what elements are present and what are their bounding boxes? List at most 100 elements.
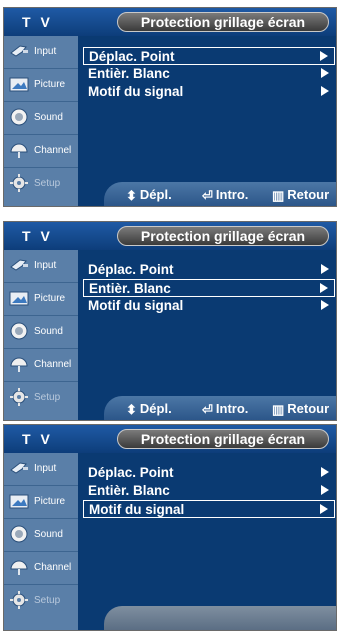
arrow-right-icon xyxy=(321,86,329,96)
menu-item-label: Déplac. Point xyxy=(89,49,175,64)
menu-item-entier-blanc[interactable]: Entièr. Blanc xyxy=(83,482,335,500)
sidebar-item-label: Setup xyxy=(34,178,61,189)
sidebar-item-label: Channel xyxy=(34,145,72,156)
menu-item-label: Entièr. Blanc xyxy=(89,281,171,296)
sidebar-item-label: Picture xyxy=(34,293,66,304)
return-icon: ▥ xyxy=(272,188,285,203)
guide-move: ⬍ Dépl. xyxy=(126,401,172,418)
sidebar-item-label: Input xyxy=(34,260,57,271)
arrow-right-icon xyxy=(321,300,329,310)
sound-icon xyxy=(10,322,28,340)
guide-enter: ⏎ Intro. xyxy=(202,401,248,418)
sidebar-item-input[interactable]: Input xyxy=(4,453,78,486)
guide-move: ⬍ Dépl. xyxy=(126,187,172,204)
arrow-right-icon xyxy=(321,485,329,495)
channel-icon xyxy=(10,143,28,158)
input-plug-icon xyxy=(10,45,28,57)
sidebar-item-channel[interactable]: Channel xyxy=(4,349,78,382)
menu-item-motif-du-signal[interactable]: Motif du signal xyxy=(83,297,335,315)
menu-item-deplac-point[interactable]: Déplac. Point xyxy=(83,464,335,482)
guide-enter-label: Intro. xyxy=(215,187,249,202)
menu-item-label: Motif du signal xyxy=(88,298,184,313)
guide-enter-label: Intro. xyxy=(215,401,249,416)
updown-arrow-icon: ⬍ xyxy=(126,188,137,203)
menu-item-deplac-point[interactable]: Déplac. Point xyxy=(83,47,335,65)
input-plug-icon xyxy=(10,462,28,474)
tv-label: T V xyxy=(22,14,53,30)
menu-item-label: Déplac. Point xyxy=(88,465,174,480)
tv-label: T V xyxy=(22,228,53,244)
guide-return-label: Retour xyxy=(287,401,330,416)
sidebar-item-picture[interactable]: Picture xyxy=(4,283,78,316)
sidebar-item-label: Channel xyxy=(34,359,72,370)
menu-item-label: Motif du signal xyxy=(89,502,185,517)
sound-icon xyxy=(10,108,28,126)
input-plug-icon xyxy=(10,259,28,271)
sidebar-item-sound[interactable]: Sound xyxy=(4,102,78,135)
menu-item-deplac-point[interactable]: Déplac. Point xyxy=(83,261,335,279)
picture-icon xyxy=(9,77,29,92)
sidebar-item-label: Input xyxy=(34,46,57,57)
setup-icon xyxy=(10,388,28,406)
picture-icon xyxy=(9,494,29,509)
arrow-right-icon xyxy=(320,504,328,514)
sidebar-item-setup[interactable]: Setup xyxy=(4,168,78,201)
sidebar-item-channel[interactable]: Channel xyxy=(4,552,78,585)
button-guide: ⬍ Dépl. ⏎ Intro. ▥ Retour xyxy=(104,396,336,420)
sidebar-item-setup[interactable]: Setup xyxy=(4,585,78,618)
sidebar-item-label: Setup xyxy=(34,595,61,606)
sidebar: Input Picture Sound Channel Setup xyxy=(4,250,78,420)
menu-item-motif-du-signal[interactable]: Motif du signal xyxy=(83,500,335,518)
button-guide xyxy=(104,606,336,630)
channel-icon xyxy=(10,560,28,575)
guide-return-label: Retour xyxy=(287,187,330,202)
guide-return: ▥ Retour xyxy=(272,187,329,204)
osd-screen-2: T V Protection grillage écran Input Pict… xyxy=(3,221,337,421)
arrow-right-icon xyxy=(320,283,328,293)
menu-item-label: Déplac. Point xyxy=(88,262,174,277)
sidebar-item-label: Sound xyxy=(34,112,63,123)
enter-icon: ⏎ xyxy=(202,402,213,417)
osd-header: T V Protection grillage écran xyxy=(4,425,336,453)
sidebar-item-picture[interactable]: Picture xyxy=(4,69,78,102)
setup-icon xyxy=(10,591,28,609)
return-icon: ▥ xyxy=(272,402,285,417)
sidebar-item-label: Sound xyxy=(34,326,63,337)
sidebar-item-label: Channel xyxy=(34,562,72,573)
osd-screen-3: T V Protection grillage écran Input Pict… xyxy=(3,424,337,631)
sidebar-item-input[interactable]: Input xyxy=(4,250,78,283)
enter-icon: ⏎ xyxy=(202,188,213,203)
menu-title: Protection grillage écran xyxy=(117,12,329,32)
sidebar-item-sound[interactable]: Sound xyxy=(4,519,78,552)
osd-screen-1: T V Protection grillage écran Input Pict… xyxy=(3,7,337,207)
picture-icon xyxy=(9,291,29,306)
sidebar-item-label: Input xyxy=(34,463,57,474)
sidebar-item-setup[interactable]: Setup xyxy=(4,382,78,415)
menu-title: Protection grillage écran xyxy=(117,429,329,449)
menu-item-entier-blanc[interactable]: Entièr. Blanc xyxy=(83,65,335,83)
arrow-right-icon xyxy=(321,68,329,78)
osd-header: T V Protection grillage écran xyxy=(4,222,336,250)
guide-move-label: Dépl. xyxy=(139,401,172,416)
menu-content: Déplac. Point Entièr. Blanc Motif du sig… xyxy=(78,453,336,630)
channel-icon xyxy=(10,357,28,372)
menu-item-entier-blanc[interactable]: Entièr. Blanc xyxy=(83,279,335,297)
sidebar-item-label: Setup xyxy=(34,392,61,403)
menu-item-label: Motif du signal xyxy=(88,84,184,99)
sidebar-item-input[interactable]: Input xyxy=(4,36,78,69)
arrow-right-icon xyxy=(321,467,329,477)
menu-item-label: Entièr. Blanc xyxy=(88,66,170,81)
guide-return: ▥ Retour xyxy=(272,401,329,418)
sidebar: Input Picture Sound Channel Setup xyxy=(4,36,78,206)
menu-item-motif-du-signal[interactable]: Motif du signal xyxy=(83,83,335,101)
osd-header: T V Protection grillage écran xyxy=(4,8,336,36)
setup-icon xyxy=(10,174,28,192)
sidebar-item-channel[interactable]: Channel xyxy=(4,135,78,168)
sidebar-item-picture[interactable]: Picture xyxy=(4,486,78,519)
arrow-right-icon xyxy=(320,51,328,61)
sidebar-item-sound[interactable]: Sound xyxy=(4,316,78,349)
sidebar-item-label: Picture xyxy=(34,496,66,507)
updown-arrow-icon: ⬍ xyxy=(126,402,137,417)
tv-label: T V xyxy=(22,431,53,447)
arrow-right-icon xyxy=(321,264,329,274)
